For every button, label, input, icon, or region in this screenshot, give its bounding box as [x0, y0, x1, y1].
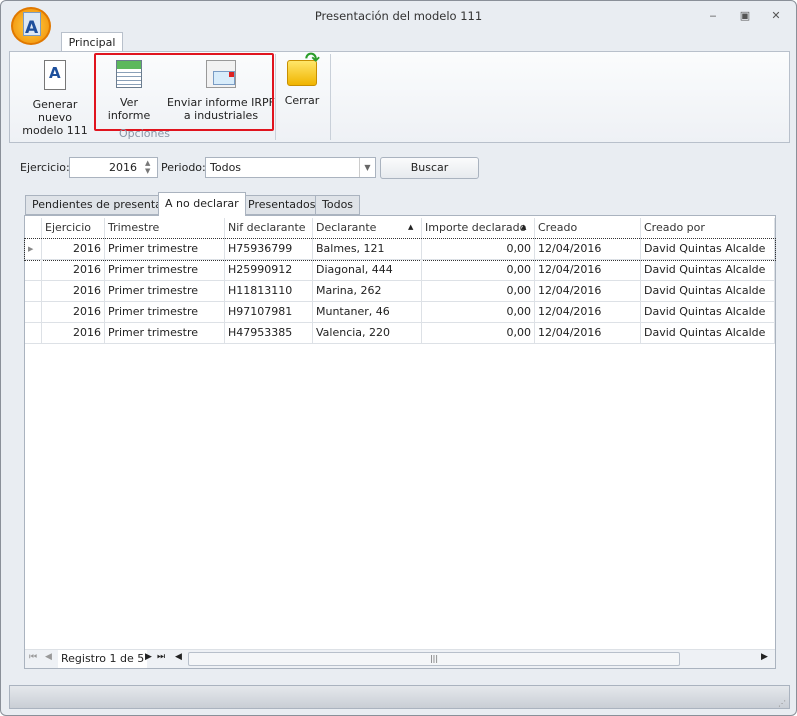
- tab-presentados[interactable]: Presentados: [241, 195, 323, 215]
- cell-creado[interactable]: 12/04/2016: [535, 239, 641, 260]
- document-icon: A: [44, 60, 66, 90]
- maximize-button[interactable]: ▣: [737, 9, 753, 23]
- next-record-icon[interactable]: ▶: [145, 652, 152, 662]
- tab-pendientes[interactable]: Pendientes de presentar: [25, 195, 174, 215]
- cell-importe[interactable]: 0,00: [422, 281, 535, 302]
- cell-declarante[interactable]: Diagonal, 444: [313, 260, 422, 281]
- periodo-label: Periodo:: [161, 161, 206, 174]
- cell-creado[interactable]: 12/04/2016: [535, 302, 641, 323]
- table-row[interactable]: 2016 Primer trimestre H11813110 Marina, 262…: [25, 281, 775, 302]
- cell-creado-por[interactable]: David Quintas Alcalde: [641, 302, 775, 323]
- cell-creado-por[interactable]: David Quintas Alcalde: [641, 239, 775, 260]
- horizontal-scrollbar[interactable]: |||: [188, 652, 680, 666]
- cell-ejercicio[interactable]: 2016: [42, 323, 105, 344]
- tab-todos[interactable]: Todos: [315, 195, 361, 215]
- col-creado-por[interactable]: Creado por: [641, 218, 775, 239]
- col-trimestre[interactable]: Trimestre: [105, 218, 225, 239]
- cell-nif[interactable]: H25990912: [225, 260, 313, 281]
- cell-trimestre[interactable]: Primer trimestre: [105, 323, 225, 344]
- cell-importe[interactable]: 0,00: [422, 302, 535, 323]
- cell-creado-por[interactable]: David Quintas Alcalde: [641, 323, 775, 344]
- row-indicator[interactable]: [25, 260, 42, 281]
- grid-navigator: ⏮ ◀ Registro 1 de 5 ▶ ⏭ ◀ ||| ▶: [25, 649, 775, 668]
- indicator-header: [25, 218, 42, 239]
- periodo-select[interactable]: Todos: [205, 157, 376, 178]
- cell-creado-por[interactable]: David Quintas Alcalde: [641, 281, 775, 302]
- cell-ejercicio[interactable]: 2016: [42, 281, 105, 302]
- generar-modelo-button[interactable]: A Generar nuevo modelo 111: [16, 56, 94, 137]
- cell-creado-por[interactable]: David Quintas Alcalde: [641, 260, 775, 281]
- table-row[interactable]: ▶ 2016 Primer trimestre H75936799 Balmes, 12…: [24, 238, 776, 261]
- col-declarante[interactable]: Declarante: [313, 218, 422, 239]
- folder-exit-icon: ↷: [287, 51, 320, 86]
- close-button[interactable]: ✕: [768, 9, 784, 23]
- cell-importe[interactable]: 0,00: [422, 239, 535, 260]
- cell-importe[interactable]: 0,00: [422, 323, 535, 344]
- cell-nif[interactable]: H97107981: [225, 302, 313, 323]
- row-indicator[interactable]: [25, 302, 42, 323]
- chevron-down-icon[interactable]: ▼: [359, 158, 375, 177]
- table-row[interactable]: 2016 Primer trimestre H47953385 Valencia, 2…: [25, 323, 775, 344]
- minimize-button[interactable]: ‒: [705, 9, 721, 23]
- cerrar-button[interactable]: ↷ Cerrar: [280, 51, 324, 108]
- cell-ejercicio[interactable]: 2016: [42, 302, 105, 323]
- last-record-icon[interactable]: ⏭: [157, 652, 165, 662]
- grid-header: Ejercicio Trimestre Nif declarante Decla…: [25, 218, 775, 239]
- cell-ejercicio[interactable]: 2016: [42, 260, 105, 281]
- group-label-opciones: Opciones: [119, 127, 170, 140]
- status-bar: ⋰: [9, 685, 790, 709]
- highlight-box: [94, 53, 274, 131]
- col-importe[interactable]: Importe declarado: [422, 218, 535, 239]
- cell-nif[interactable]: H47953385: [225, 323, 313, 344]
- scroll-right-icon[interactable]: ▶: [761, 652, 768, 662]
- table-row[interactable]: 2016 Primer trimestre H97107981 Muntaner, 4…: [25, 302, 775, 323]
- col-creado[interactable]: Creado: [535, 218, 641, 239]
- ribbon-tab-principal[interactable]: Principal: [61, 32, 123, 52]
- first-record-icon[interactable]: ⏮: [29, 652, 37, 662]
- tab-a-no-declarar[interactable]: A no declarar: [158, 192, 246, 216]
- cell-trimestre[interactable]: Primer trimestre: [105, 302, 225, 323]
- app-window: A Presentación del modelo 111 ‒ ▣ ✕ Prin…: [0, 0, 797, 716]
- row-indicator[interactable]: [25, 281, 42, 302]
- record-counter: Registro 1 de 5: [58, 650, 148, 668]
- col-ejercicio[interactable]: Ejercicio: [42, 218, 105, 239]
- row-indicator[interactable]: [25, 323, 42, 344]
- sort-asc-icon: ▲: [521, 223, 527, 231]
- prev-record-icon[interactable]: ◀: [45, 652, 52, 662]
- cell-declarante[interactable]: Muntaner, 46: [313, 302, 422, 323]
- resize-grip-icon[interactable]: ⋰: [778, 699, 786, 708]
- cell-creado[interactable]: 12/04/2016: [535, 281, 641, 302]
- cell-creado[interactable]: 12/04/2016: [535, 323, 641, 344]
- col-nif[interactable]: Nif declarante: [225, 218, 313, 239]
- window-title: Presentación del modelo 111: [314, 9, 483, 23]
- data-grid: Ejercicio Trimestre Nif declarante Decla…: [24, 215, 776, 669]
- cell-declarante[interactable]: Valencia, 220: [313, 323, 422, 344]
- cell-ejercicio[interactable]: 2016: [42, 239, 105, 260]
- cell-declarante[interactable]: Marina, 262: [313, 281, 422, 302]
- cell-trimestre[interactable]: Primer trimestre: [105, 239, 225, 260]
- spin-arrows-icon[interactable]: ▲ ▼: [145, 159, 150, 175]
- row-indicator[interactable]: ▶: [25, 239, 42, 260]
- sort-asc-icon: ▲: [408, 223, 414, 231]
- cell-trimestre[interactable]: Primer trimestre: [105, 260, 225, 281]
- cell-importe[interactable]: 0,00: [422, 260, 535, 281]
- cell-nif[interactable]: H75936799: [225, 239, 313, 260]
- buscar-button[interactable]: Buscar: [380, 157, 479, 179]
- table-row[interactable]: 2016 Primer trimestre H25990912 Diagonal, 4…: [25, 260, 775, 281]
- ejercicio-label: Ejercicio:: [20, 161, 70, 174]
- cell-creado[interactable]: 12/04/2016: [535, 260, 641, 281]
- scroll-left-icon[interactable]: ◀: [175, 652, 182, 662]
- cell-trimestre[interactable]: Primer trimestre: [105, 281, 225, 302]
- cell-nif[interactable]: H11813110: [225, 281, 313, 302]
- cell-declarante[interactable]: Balmes, 121: [313, 239, 422, 260]
